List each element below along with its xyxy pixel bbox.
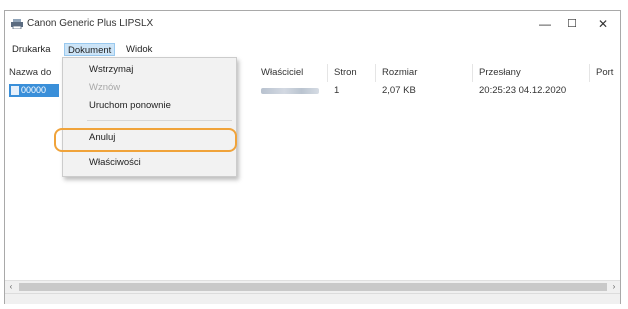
menu-item-restart[interactable]: Uruchom ponownie [63, 97, 236, 115]
menu-separator [87, 120, 232, 121]
title-bar: Canon Generic Plus LIPSLX — ☐ ✕ [5, 11, 620, 37]
menu-item-pause[interactable]: Wstrzymaj [63, 61, 236, 79]
scroll-right-arrow[interactable]: › [608, 281, 620, 293]
column-divider[interactable] [375, 64, 376, 82]
menu-item-properties[interactable]: Właściwości [63, 154, 236, 172]
document-icon [11, 86, 19, 95]
window-title: Canon Generic Plus LIPSLX [27, 18, 154, 29]
menu-dokument[interactable]: Dokument [64, 43, 116, 56]
column-header-size[interactable]: Rozmiar [382, 67, 417, 78]
menu-widok[interactable]: Widok [123, 43, 155, 56]
column-header-owner[interactable]: Właściciel [261, 67, 303, 78]
column-divider[interactable] [589, 64, 590, 82]
column-header-name[interactable]: Nazwa do [9, 67, 51, 78]
close-button[interactable]: ✕ [588, 14, 618, 34]
column-header-pages[interactable]: Stron [334, 67, 357, 78]
menu-drukarka[interactable]: Drukarka [9, 43, 54, 56]
document-name-cell[interactable]: 00000 [9, 84, 59, 97]
column-header-submitted[interactable]: Przesłany [479, 67, 521, 78]
menu-bar: Drukarka Dokument Widok [5, 41, 620, 57]
size-cell: 2,07 KB [382, 85, 416, 96]
scroll-thumb[interactable] [19, 283, 607, 291]
submitted-cell: 20:25:23 04.12.2020 [479, 85, 567, 96]
column-header-port[interactable]: Port [596, 67, 613, 78]
owner-redacted [261, 88, 319, 94]
column-divider[interactable] [472, 64, 473, 82]
minimize-button[interactable]: — [530, 14, 560, 34]
scroll-left-arrow[interactable]: ‹ [5, 281, 17, 293]
maximize-button[interactable]: ☐ [557, 14, 587, 34]
printer-icon [11, 19, 23, 29]
column-divider[interactable] [327, 64, 328, 82]
horizontal-scrollbar[interactable]: ‹ › [5, 280, 620, 293]
cancel-highlight-ring [54, 128, 237, 152]
pages-cell: 1 [334, 85, 340, 96]
status-bar [5, 293, 620, 304]
dokument-dropdown-menu: Wstrzymaj Wznów Uruchom ponownie Anuluj … [62, 57, 237, 177]
menu-item-resume: Wznów [89, 82, 121, 93]
